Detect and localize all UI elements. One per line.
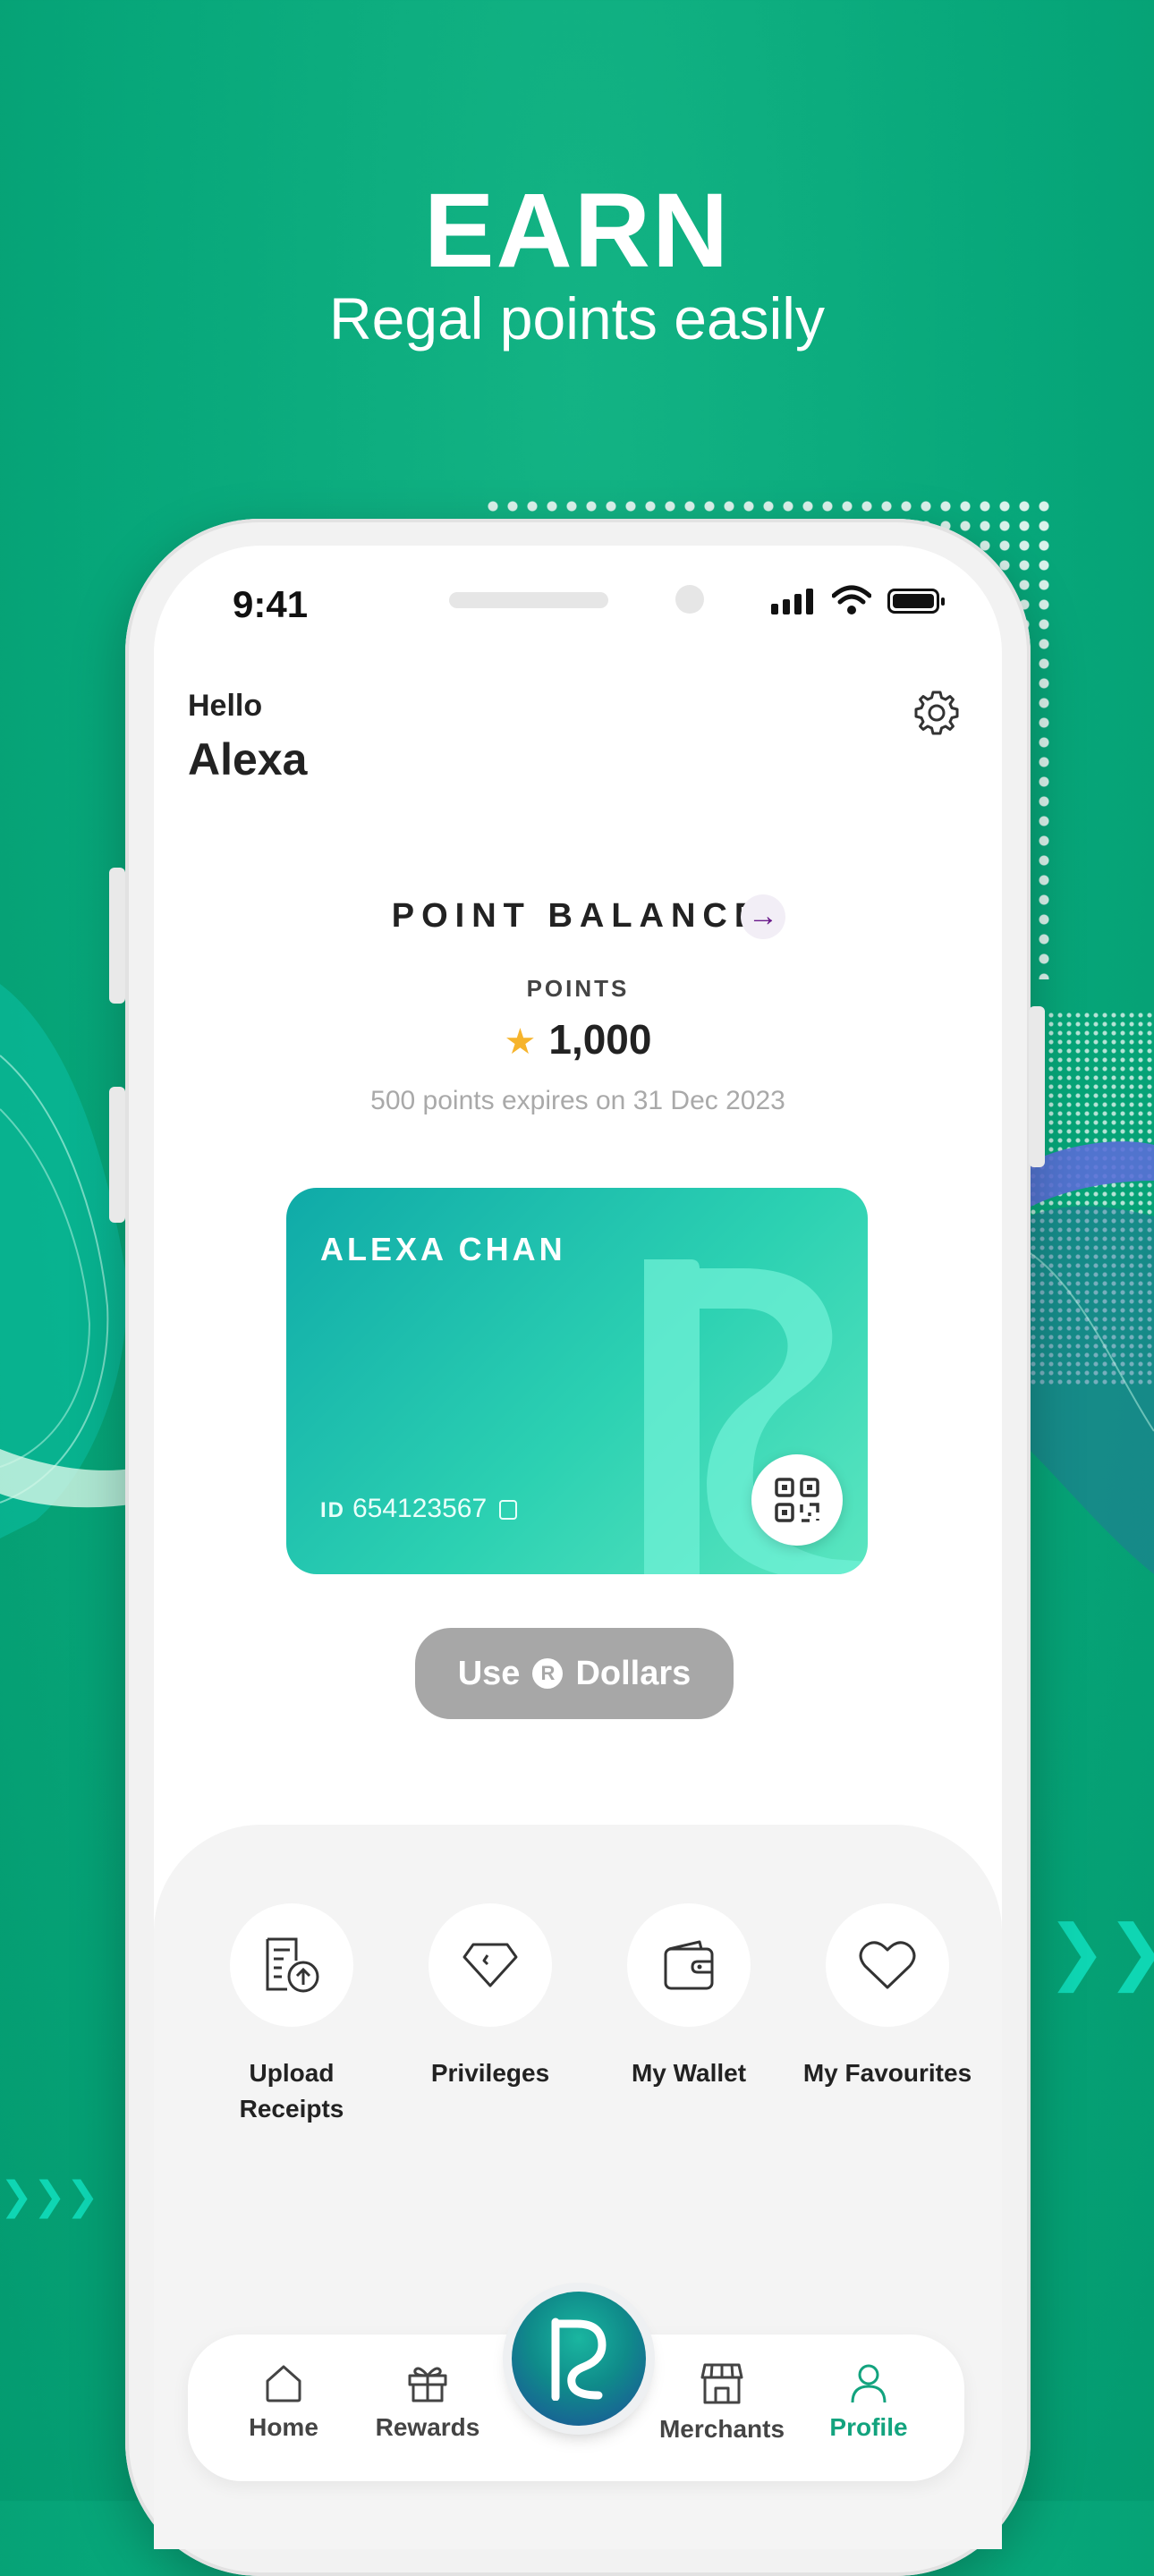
use-dollars-suffix: Dollars xyxy=(575,1654,692,1692)
shortcut-label: My Favourites xyxy=(802,2059,972,2087)
copy-icon[interactable] xyxy=(499,1500,518,1520)
points-value-row: ★ 1,000 xyxy=(154,1015,1002,1063)
phone-side-button xyxy=(109,1087,125,1223)
user-name: Alexa xyxy=(188,734,308,784)
nav-merchants-label: Merchants xyxy=(658,2415,785,2443)
shortcut-label: Privileges xyxy=(430,2059,550,2087)
greeting-hello: Hello xyxy=(188,689,263,723)
front-camera xyxy=(675,585,704,614)
nav-home-label: Home xyxy=(249,2413,318,2441)
user-icon xyxy=(851,2364,887,2403)
shortcut-upload-receipts[interactable]: Upload Receipts xyxy=(202,1903,381,2127)
chevron-decoration-left: ❯❯❯ xyxy=(0,2174,99,2218)
heart-icon xyxy=(826,1903,949,2027)
shortcut-my-wallet[interactable]: My Wallet xyxy=(599,1903,778,2091)
shortcut-privileges[interactable]: Privileges xyxy=(401,1903,580,2091)
home-icon xyxy=(266,2365,301,2402)
use-dollars-button[interactable]: Use R Dollars xyxy=(415,1628,734,1719)
phone-side-button xyxy=(1029,1006,1045,1167)
shortcut-label: My Wallet xyxy=(631,2059,747,2087)
settings-gear-icon[interactable] xyxy=(912,689,961,737)
qr-code-button[interactable] xyxy=(751,1454,843,1546)
card-id-row: ID 654123567 xyxy=(320,1494,518,1524)
membership-card[interactable]: ALEXA CHAN ID 654123567 xyxy=(286,1188,868,1574)
nav-rewards-label: Rewards xyxy=(375,2413,480,2441)
card-id-label: ID xyxy=(320,1498,345,1522)
promo-subtitle: Regal points easily xyxy=(329,285,825,352)
points-label: POINTS xyxy=(526,975,630,1002)
gift-icon xyxy=(408,2367,447,2402)
wifi-icon xyxy=(832,585,871,614)
nav-merchants[interactable]: Merchants xyxy=(655,2361,789,2444)
wave-right-decoration xyxy=(1029,1141,1154,1574)
regal-logo-icon xyxy=(551,2318,607,2401)
regal-logo-watermark xyxy=(644,1259,868,1574)
regal-dollar-icon: R xyxy=(532,1658,564,1689)
qr-code-icon xyxy=(775,1478,819,1522)
phone-screen: 9:41 Hello Alexa POINT BALANCE → POINTS … xyxy=(154,546,1002,2549)
nav-profile[interactable]: Profile xyxy=(802,2361,936,2442)
arrow-right-icon[interactable]: → xyxy=(741,894,785,939)
points-value: 1,000 xyxy=(548,1016,652,1063)
star-icon: ★ xyxy=(504,1022,537,1062)
status-time: 9:41 xyxy=(233,583,309,625)
wallet-icon xyxy=(627,1903,751,2027)
nav-profile-label: Profile xyxy=(829,2413,908,2441)
wave-left-decoration xyxy=(0,984,143,1538)
promo-title: EARN xyxy=(423,172,731,290)
shortcut-my-favourites[interactable]: My Favourites xyxy=(798,1903,977,2091)
nav-rewards[interactable]: Rewards xyxy=(361,2361,495,2442)
diamond-icon xyxy=(429,1903,552,2027)
card-holder-name: ALEXA CHAN xyxy=(320,1231,566,1267)
store-icon xyxy=(700,2363,743,2404)
card-id-value: 654123567 xyxy=(352,1494,488,1523)
regal-logo-button[interactable] xyxy=(512,2292,646,2426)
speaker-grille xyxy=(449,592,608,608)
upload-receipt-icon xyxy=(230,1903,353,2027)
chevron-decoration-right: ❯❯ xyxy=(1047,1911,1154,1991)
nav-home[interactable]: Home xyxy=(216,2361,351,2442)
points-expiry-note: 500 points expires on 31 Dec 2023 xyxy=(370,1086,785,1115)
signal-icon xyxy=(771,589,813,614)
battery-icon xyxy=(887,589,945,614)
point-balance-title[interactable]: POINT BALANCE xyxy=(154,897,1002,936)
shortcut-label: Upload Receipts xyxy=(239,2059,344,2123)
phone-side-button xyxy=(109,868,125,1004)
use-dollars-prefix: Use xyxy=(457,1654,521,1692)
